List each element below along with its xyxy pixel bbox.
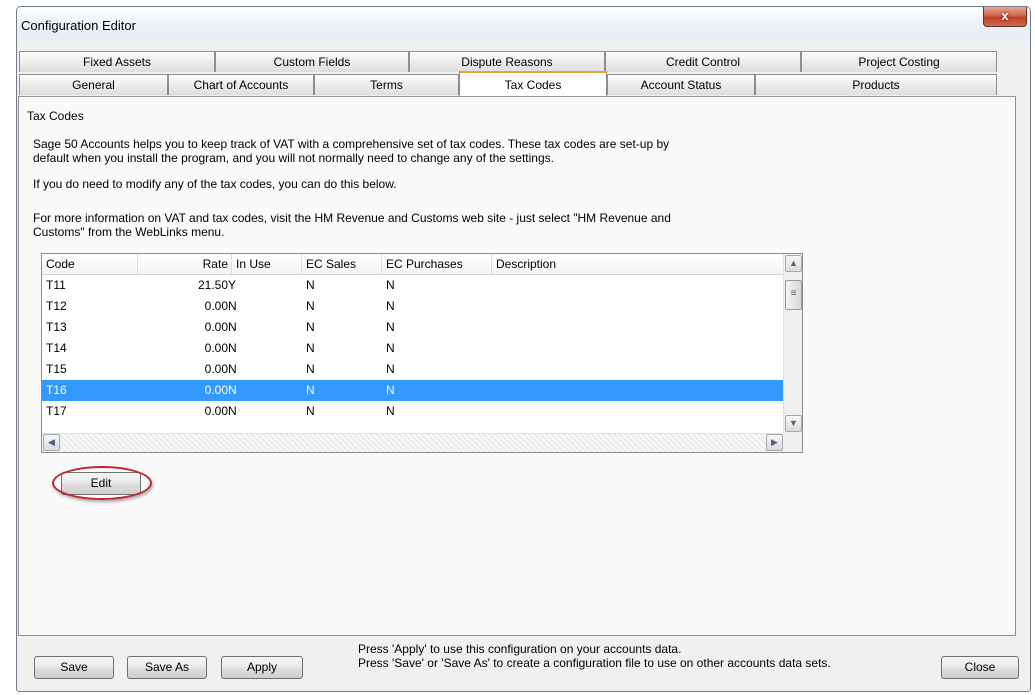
panel-title: Tax Codes bbox=[27, 109, 84, 123]
cell-in-use: N bbox=[228, 299, 237, 313]
column-header-rate[interactable]: Rate bbox=[138, 254, 232, 274]
cell-ec-sales: N bbox=[306, 383, 315, 397]
edit-button[interactable]: Edit bbox=[61, 472, 141, 495]
intro-paragraph: Sage 50 Accounts helps you to keep track… bbox=[33, 137, 670, 165]
tab-fixed-assets[interactable]: Fixed Assets bbox=[19, 51, 215, 72]
window-title: Configuration Editor bbox=[21, 18, 136, 33]
table-row[interactable]: T13 0.00 N N N bbox=[42, 317, 784, 338]
cell-ec-purchases: N bbox=[386, 404, 395, 418]
cell-ec-sales: N bbox=[306, 404, 315, 418]
tab-products[interactable]: Products bbox=[755, 74, 997, 95]
footer-line-1: Press 'Apply' to use this configuration … bbox=[358, 642, 682, 656]
cell-ec-purchases: N bbox=[386, 341, 395, 355]
table-row-selected[interactable]: T16 0.00 N N N bbox=[42, 380, 784, 401]
column-header-description[interactable]: Description bbox=[492, 254, 784, 274]
close-icon: x bbox=[1001, 8, 1009, 23]
cell-ec-purchases: N bbox=[386, 299, 395, 313]
tab-chart-of-accounts[interactable]: Chart of Accounts bbox=[168, 74, 314, 95]
chevron-right-icon: ▶ bbox=[771, 437, 778, 447]
cell-rate: 0.00 bbox=[204, 362, 228, 376]
cell-in-use: N bbox=[228, 383, 237, 397]
list-header: Code Rate In Use EC Sales EC Purchases D… bbox=[42, 254, 784, 275]
cell-ec-sales: N bbox=[306, 341, 315, 355]
scroll-down-button[interactable]: ▼ bbox=[785, 415, 802, 432]
column-header-ec-sales[interactable]: EC Sales bbox=[302, 254, 382, 274]
cell-in-use: N bbox=[228, 362, 237, 376]
tab-credit-control[interactable]: Credit Control bbox=[605, 51, 801, 72]
tab-account-status[interactable]: Account Status bbox=[607, 74, 755, 95]
chevron-left-icon: ◀ bbox=[48, 437, 55, 447]
column-header-in-use[interactable]: In Use bbox=[232, 254, 302, 274]
footer-instructions: Press 'Apply' to use this configuration … bbox=[358, 642, 831, 670]
cell-in-use: Y bbox=[228, 278, 237, 292]
table-row[interactable]: T17 0.00 N N N bbox=[42, 401, 784, 422]
tab-terms[interactable]: Terms bbox=[314, 74, 459, 95]
cell-code: T13 bbox=[46, 320, 67, 334]
table-row[interactable]: T15 0.00 N N N bbox=[42, 359, 784, 380]
cell-code: T14 bbox=[46, 341, 67, 355]
horizontal-scrollbar[interactable]: ◀ ▶ bbox=[42, 433, 784, 452]
cell-in-use: N bbox=[228, 404, 237, 418]
cell-ec-sales: N bbox=[306, 299, 315, 313]
info-paragraph: For more information on VAT and tax code… bbox=[33, 211, 671, 239]
vertical-scrollbar[interactable]: ▲ ≡ ▼ bbox=[783, 254, 802, 434]
tax-codes-list[interactable]: Code Rate In Use EC Sales EC Purchases D… bbox=[41, 253, 803, 453]
cell-rate: 0.00 bbox=[204, 383, 228, 397]
chevron-down-icon: ▼ bbox=[789, 418, 798, 428]
cell-rate: 0.00 bbox=[204, 320, 228, 334]
cell-ec-sales: N bbox=[306, 278, 315, 292]
close-button[interactable]: Close bbox=[941, 656, 1019, 679]
table-row[interactable]: T12 0.00 N N N bbox=[42, 296, 784, 317]
cell-rate: 0.00 bbox=[204, 299, 228, 313]
scroll-thumb[interactable]: ≡ bbox=[785, 280, 802, 310]
scroll-right-button[interactable]: ▶ bbox=[766, 434, 783, 451]
cell-rate: 0.00 bbox=[204, 341, 228, 355]
cell-ec-purchases: N bbox=[386, 320, 395, 334]
cell-in-use: N bbox=[228, 320, 237, 334]
cell-rate: 0.00 bbox=[204, 404, 228, 418]
footer-line-2: Press 'Save' or 'Save As' to create a co… bbox=[358, 656, 831, 670]
save-button[interactable]: Save bbox=[34, 656, 114, 679]
tab-general[interactable]: General bbox=[19, 74, 168, 95]
apply-button[interactable]: Apply bbox=[221, 656, 303, 679]
grip-icon: ≡ bbox=[790, 288, 797, 299]
cell-ec-purchases: N bbox=[386, 383, 395, 397]
cell-code: T11 bbox=[46, 278, 66, 292]
column-header-code[interactable]: Code bbox=[42, 254, 138, 274]
tab-dispute-reasons[interactable]: Dispute Reasons bbox=[409, 51, 605, 72]
modify-paragraph: If you do need to modify any of the tax … bbox=[33, 177, 397, 191]
title-bar[interactable]: Configuration Editor x bbox=[17, 7, 1030, 41]
scrollbar-corner bbox=[783, 433, 802, 452]
cell-ec-purchases: N bbox=[386, 362, 395, 376]
tax-codes-panel: Tax Codes Sage 50 Accounts helps you to … bbox=[18, 96, 1016, 636]
cell-code: T12 bbox=[46, 299, 67, 313]
table-row[interactable]: T14 0.00 N N N bbox=[42, 338, 784, 359]
chevron-up-icon: ▲ bbox=[789, 258, 798, 268]
tab-project-costing[interactable]: Project Costing bbox=[801, 51, 997, 72]
cell-code: T15 bbox=[46, 362, 67, 376]
tab-custom-fields[interactable]: Custom Fields bbox=[215, 51, 409, 72]
cell-in-use: N bbox=[228, 341, 237, 355]
cell-ec-sales: N bbox=[306, 320, 315, 334]
cell-code: T17 bbox=[46, 404, 67, 418]
table-row[interactable]: T11 21.50 Y N N bbox=[42, 275, 784, 296]
scroll-left-button[interactable]: ◀ bbox=[43, 434, 60, 451]
column-header-ec-purchases[interactable]: EC Purchases bbox=[382, 254, 492, 274]
scroll-up-button[interactable]: ▲ bbox=[785, 255, 802, 272]
tab-tax-codes[interactable]: Tax Codes bbox=[459, 71, 607, 96]
cell-ec-sales: N bbox=[306, 362, 315, 376]
cell-ec-purchases: N bbox=[386, 278, 395, 292]
window-close-button[interactable]: x bbox=[983, 7, 1027, 27]
cell-code: T16 bbox=[46, 383, 67, 397]
cell-rate: 21.50 bbox=[197, 278, 228, 292]
save-as-button[interactable]: Save As bbox=[127, 656, 207, 679]
